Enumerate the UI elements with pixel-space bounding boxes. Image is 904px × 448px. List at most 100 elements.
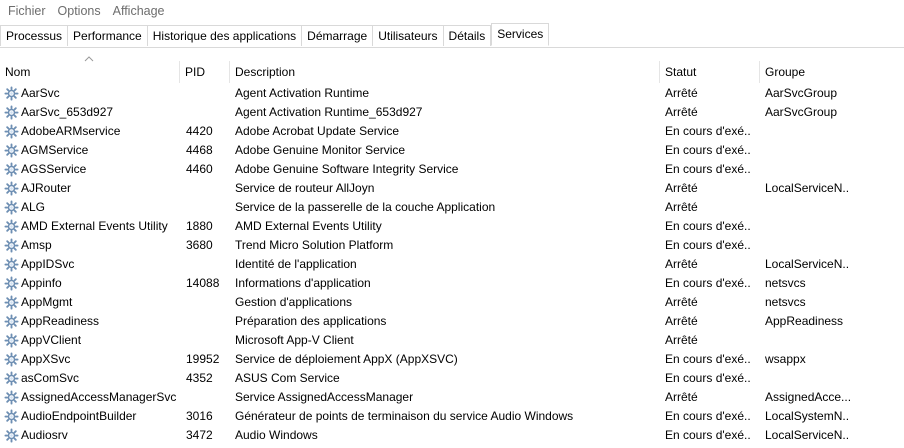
table-row[interactable]: AppIDSvc Identité de l'application Arrêté L… bbox=[0, 255, 904, 274]
service-description: Adobe Genuine Software Integrity Service bbox=[235, 162, 459, 176]
table-row[interactable]: AssignedAccessManagerSvc Service Assigned… bbox=[0, 388, 904, 407]
table-row[interactable]: AppVClient Microsoft App-V Client Arrêté bbox=[0, 331, 904, 350]
service-name: ALG bbox=[21, 200, 46, 214]
service-status: En cours d'exé... bbox=[665, 371, 751, 385]
tab-performance[interactable]: Performance bbox=[68, 25, 148, 46]
tab-historique[interactable]: Historique des applications bbox=[147, 25, 303, 46]
service-group bbox=[765, 217, 850, 236]
service-name: asComSvc bbox=[21, 371, 80, 385]
service-gear-icon bbox=[4, 162, 19, 177]
column-header-groupe[interactable]: Groupe bbox=[760, 61, 904, 83]
service-gear-icon bbox=[4, 390, 19, 405]
table-row[interactable]: AppXSvc 19952 Service de déploiement AppX … bbox=[0, 350, 904, 369]
table-row[interactable]: AGMService 4468 Adobe Genuine Monitor Serv… bbox=[0, 141, 904, 160]
service-status: Arrêté bbox=[665, 257, 698, 271]
service-gear-icon bbox=[4, 219, 19, 234]
service-gear-icon bbox=[4, 409, 19, 424]
service-name: AGMService bbox=[21, 143, 89, 157]
service-group: LocalServiceN... bbox=[765, 428, 850, 442]
service-gear-icon bbox=[4, 124, 19, 139]
service-description: Identité de l'application bbox=[235, 257, 357, 271]
tab-processus[interactable]: Processus bbox=[0, 25, 69, 46]
service-group: AppReadiness bbox=[765, 314, 844, 328]
table-row[interactable]: AarSvc Agent Activation Runtime Arrêté AarS… bbox=[0, 84, 904, 103]
service-group: wsappx bbox=[765, 352, 806, 366]
table-row[interactable]: AudioEndpointBuilder 3016 Générateur de po… bbox=[0, 407, 904, 426]
service-pid: 1880 bbox=[186, 219, 213, 233]
service-status: En cours d'exé... bbox=[665, 238, 751, 252]
service-description: Service AssignedAccessManager bbox=[235, 390, 414, 404]
service-status: En cours d'exé... bbox=[665, 162, 751, 176]
service-gear-icon bbox=[4, 371, 19, 386]
service-pid: 4352 bbox=[186, 371, 213, 385]
tab-demarrage[interactable]: Démarrage bbox=[302, 25, 374, 46]
service-description: Adobe Genuine Monitor Service bbox=[235, 143, 406, 157]
table-row[interactable]: AGSService 4460 Adobe Genuine Software Int… bbox=[0, 160, 904, 179]
service-gear-icon bbox=[4, 181, 19, 196]
tab-bar: Processus Performance Historique des app… bbox=[0, 23, 904, 48]
service-name: AGSService bbox=[21, 162, 87, 176]
column-header-pid[interactable]: PID bbox=[180, 61, 230, 83]
service-group bbox=[765, 369, 850, 388]
table-row[interactable]: Appinfo 14088 Informations d'application En… bbox=[0, 274, 904, 293]
table-row[interactable]: AdobeARMservice 4420 Adobe Acrobat Update … bbox=[0, 122, 904, 141]
tab-utilisateurs[interactable]: Utilisateurs bbox=[373, 25, 444, 46]
table-row[interactable]: asComSvc 4352 ASUS Com Service En cours d'e… bbox=[0, 369, 904, 388]
service-gear-icon bbox=[4, 238, 19, 253]
service-description: Adobe Acrobat Update Service bbox=[235, 124, 400, 138]
service-group bbox=[765, 122, 850, 141]
service-name: AppMgmt bbox=[21, 295, 73, 309]
tab-details[interactable]: Détails bbox=[443, 25, 492, 46]
service-gear-icon bbox=[4, 428, 19, 443]
tab-services[interactable]: Services bbox=[491, 23, 550, 46]
service-name: AssignedAccessManagerSvc bbox=[21, 390, 176, 404]
service-status: Arrêté bbox=[665, 200, 698, 214]
column-header-nom[interactable]: Nom bbox=[0, 61, 180, 83]
menu-options[interactable]: Options bbox=[54, 4, 105, 18]
table-row[interactable]: AppMgmt Gestion d'applications Arrêté netsv… bbox=[0, 293, 904, 312]
service-name: Audiosrv bbox=[21, 428, 68, 442]
service-gear-icon bbox=[4, 276, 19, 291]
service-gear-icon bbox=[4, 143, 19, 158]
menu-fichier[interactable]: Fichier bbox=[4, 4, 50, 18]
service-status: Arrêté bbox=[665, 295, 698, 309]
service-status: En cours d'exé... bbox=[665, 352, 751, 366]
service-description: ASUS Com Service bbox=[235, 371, 340, 385]
table-row[interactable]: Amsp 3680 Trend Micro Solution Platform En … bbox=[0, 236, 904, 255]
service-pid: 3016 bbox=[186, 409, 213, 423]
column-header-statut[interactable]: Statut bbox=[660, 61, 760, 83]
service-description: Gestion d'applications bbox=[235, 295, 353, 309]
service-status: Arrêté bbox=[665, 105, 698, 119]
service-group: netsvcs bbox=[765, 276, 806, 290]
service-pid: 3680 bbox=[186, 238, 213, 252]
service-description: Préparation des applications bbox=[235, 314, 387, 328]
service-group: AssignedAcce... bbox=[765, 390, 850, 404]
service-gear-icon bbox=[4, 86, 19, 101]
service-group: AarSvcGroup bbox=[765, 86, 838, 100]
service-pid: 3472 bbox=[186, 428, 213, 442]
service-pid bbox=[186, 388, 228, 407]
table-row[interactable]: ALG Service de la passerelle de la couche… bbox=[0, 198, 904, 217]
table-row[interactable]: AJRouter Service de routeur AllJoyn Arrêté… bbox=[0, 179, 904, 198]
table-row[interactable]: AppReadiness Préparation des applications… bbox=[0, 312, 904, 331]
service-status: Arrêté bbox=[665, 390, 698, 404]
table-row[interactable]: AMD External Events Utility 1880 AMD Exter… bbox=[0, 217, 904, 236]
service-pid bbox=[186, 293, 228, 312]
services-list: AarSvc Agent Activation Runtime Arrêté AarS… bbox=[0, 84, 904, 445]
table-row[interactable]: Audiosrv 3472 Audio Windows En cours d'exé.… bbox=[0, 426, 904, 445]
service-pid bbox=[186, 84, 228, 103]
service-gear-icon bbox=[4, 200, 19, 215]
table-row[interactable]: AarSvc_653d927 Agent Activation Runtime_6… bbox=[0, 103, 904, 122]
column-header-description[interactable]: Description bbox=[230, 61, 660, 83]
service-pid: 4468 bbox=[186, 143, 213, 157]
service-name: Appinfo bbox=[21, 276, 62, 290]
service-description: AMD External Events Utility bbox=[235, 219, 382, 233]
service-pid bbox=[186, 255, 228, 274]
service-pid bbox=[186, 331, 228, 350]
service-pid bbox=[186, 103, 228, 122]
service-status: Arrêté bbox=[665, 314, 698, 328]
service-gear-icon bbox=[4, 333, 19, 348]
service-name: AMD External Events Utility bbox=[21, 219, 168, 233]
service-group: netsvcs bbox=[765, 295, 806, 309]
menu-affichage[interactable]: Affichage bbox=[109, 4, 169, 18]
